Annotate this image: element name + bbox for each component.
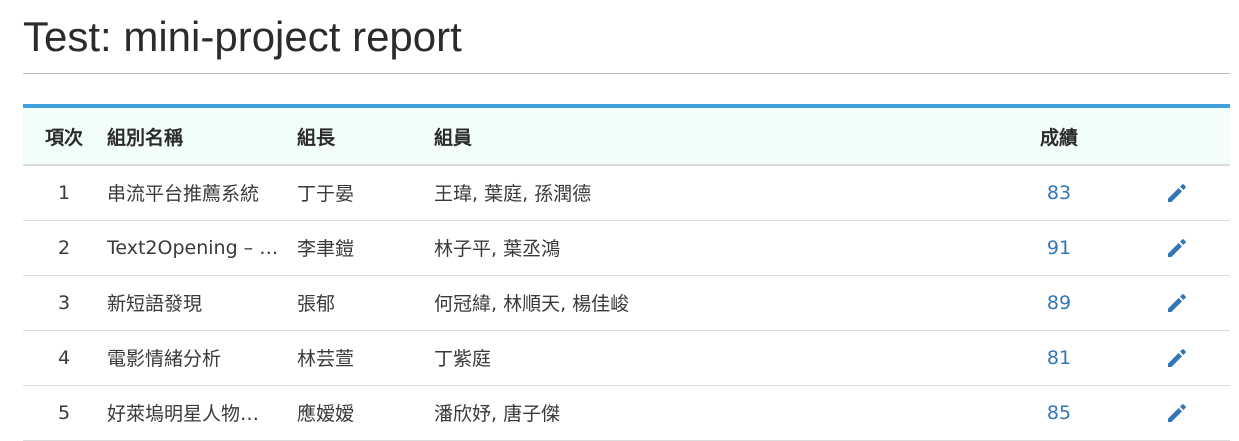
report-table: 項次 組別名稱 組長 組員 成績 1 串流平台推薦系統 丁于晏 王瑋, 葉庭, 孫潤德… [23,108,1230,441]
members-cell: 王瑋, 葉庭, 孫潤德 [434,183,592,206]
table-row: 2 Text2Opening – … 李聿鎧 林子平, 葉丞鴻 91 [23,220,1230,275]
leader-cell: 丁于晏 [297,183,355,206]
pencil-icon [1168,403,1186,422]
pencil-icon [1168,183,1186,202]
row-index: 1 [57,181,71,204]
leader-cell: 張郁 [297,293,336,315]
column-header-group-name: 組別名稱 [107,108,297,166]
page-title: Test: mini-project report [23,13,462,60]
leader-cell: 李聿鎧 [297,238,355,260]
edit-pencil-icon[interactable] [1165,346,1189,370]
column-header-score: 成績 [994,108,1124,166]
report-table-container: 項次 組別名稱 組長 組員 成績 1 串流平台推薦系統 丁于晏 王瑋, 葉庭, 孫潤德… [23,104,1230,441]
group-name-cell: 新短語發現 [107,293,203,315]
score-cell: 85 [994,385,1124,440]
row-index: 3 [57,291,71,314]
table-row: 1 串流平台推薦系統 丁于晏 王瑋, 葉庭, 孫潤德 83 [23,165,1230,220]
edit-pencil-icon[interactable] [1165,236,1189,260]
row-index: 4 [57,346,71,369]
score-link[interactable]: 83 [1047,182,1071,204]
score-cell: 81 [994,330,1124,385]
members-cell: 林子平, 葉丞鴻 [434,238,561,260]
column-header-members: 組員 [434,108,994,166]
score-link[interactable]: 89 [1047,292,1071,314]
table-body: 1 串流平台推薦系統 丁于晏 王瑋, 葉庭, 孫潤德 83 2 Text2Opening –… [23,165,1230,440]
pencil-icon [1168,348,1186,367]
actions-cell [1124,385,1230,440]
actions-cell [1124,165,1230,220]
leader-cell: 林芸萱 [297,348,355,370]
page: Test: mini-project report 項次 組別名稱 組長 組員 … [0,0,1239,441]
column-header-index: 項次 [23,108,107,166]
group-name-cell: 電影情緒分析 [107,348,222,370]
table-header: 項次 組別名稱 組長 組員 成績 [23,108,1230,166]
score-cell: 83 [994,165,1124,220]
column-header-leader: 組長 [297,108,434,166]
actions-cell [1124,275,1230,330]
score-link[interactable]: 91 [1047,237,1071,259]
members-cell: 丁紫庭 [434,348,492,370]
table-row: 4 電影情緒分析 林芸萱 丁紫庭 81 [23,330,1230,385]
score-cell: 89 [994,275,1124,330]
table-header-row: 項次 組別名稱 組長 組員 成績 [23,108,1230,166]
members-cell: 潘欣妤, 唐子傑 [434,403,561,425]
members-cell: 何冠緯, 林順天, 楊佳峻 [434,293,630,315]
group-name-cell: 好萊塢明星人物… [107,403,260,425]
score-link[interactable]: 85 [1047,402,1071,424]
leader-cell: 應嫒嫒 [297,403,355,425]
table-row: 3 新短語發現 張郁 何冠緯, 林順天, 楊佳峻 89 [23,275,1230,330]
group-name-cell: 串流平台推薦系統 [107,183,260,206]
pencil-icon [1168,238,1186,257]
row-index: 2 [57,236,71,259]
score-link[interactable]: 81 [1047,347,1071,369]
column-header-actions [1124,108,1230,166]
score-cell: 91 [994,220,1124,275]
table-row: 5 好萊塢明星人物… 應嫒嫒 潘欣妤, 唐子傑 85 [23,385,1230,440]
actions-cell [1124,220,1230,275]
title-divider [23,73,1230,74]
edit-pencil-icon[interactable] [1165,401,1189,425]
edit-pencil-icon[interactable] [1165,181,1189,205]
group-name-cell: Text2Opening – … [107,236,279,259]
row-index: 5 [57,401,71,424]
pencil-icon [1168,293,1186,312]
actions-cell [1124,330,1230,385]
edit-pencil-icon[interactable] [1165,291,1189,315]
